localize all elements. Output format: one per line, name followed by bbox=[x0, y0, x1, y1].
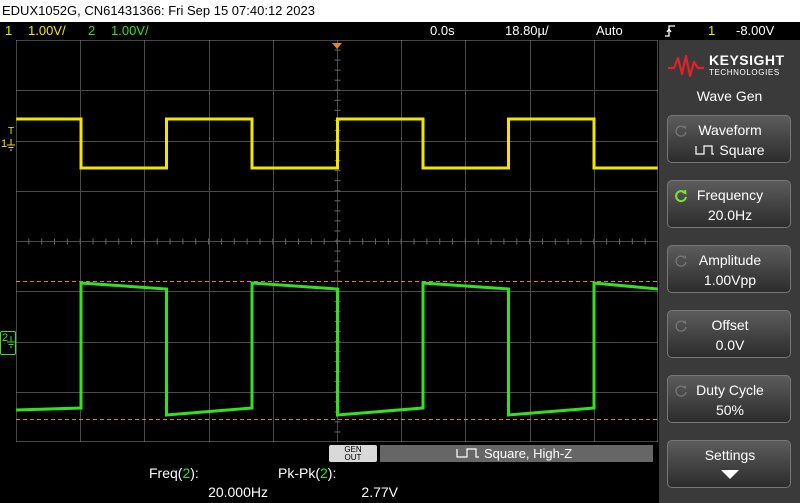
ch1-ground-marker[interactable]: 1 bbox=[1, 138, 15, 152]
softkey-label: Duty Cycle bbox=[696, 382, 764, 398]
title-bar: EDUX1052G, CN61431366: Fri Sep 15 07:40:… bbox=[0, 0, 800, 22]
softkey-value: Square bbox=[668, 142, 792, 158]
keysight-wave-icon bbox=[668, 54, 704, 78]
window-title: EDUX1052G, CN61431366: Fri Sep 15 07:40:… bbox=[2, 3, 315, 18]
softkey-offset[interactable]: Offset 0.0V bbox=[667, 310, 791, 358]
meas-pkpk-value: 2.77V bbox=[361, 484, 398, 500]
menu-title: Wave Gen bbox=[696, 88, 763, 104]
wavegen-status-bar: Square, High-Z bbox=[380, 445, 653, 462]
softkey-duty-cycle[interactable]: Duty Cycle 50% bbox=[667, 375, 791, 423]
acquisition-mode[interactable]: Auto bbox=[596, 22, 623, 40]
softkey-panel: KEYSIGHT TECHNOLOGIES Wave Gen Waveform … bbox=[659, 40, 800, 503]
softkey-waveform[interactable]: Waveform Square bbox=[667, 115, 791, 163]
meas-freq-value: 20.000Hz bbox=[208, 484, 268, 500]
trigger-channel[interactable]: 1 bbox=[708, 22, 715, 40]
brand-sub: TECHNOLOGIES bbox=[709, 68, 780, 77]
softkey-amplitude[interactable]: Amplitude 1.00Vpp bbox=[667, 245, 791, 293]
softkey-label: Settings bbox=[704, 447, 756, 463]
meas-freq-label[interactable]: Freq(2): bbox=[149, 465, 199, 481]
meas-pkpk-channel: 2 bbox=[320, 465, 328, 481]
softkey-label: Amplitude bbox=[698, 252, 762, 268]
timebase[interactable]: 18.80µ/ bbox=[505, 22, 549, 40]
wavegen-status: Square, High-Z bbox=[484, 446, 573, 461]
waveform-display[interactable] bbox=[16, 40, 658, 442]
gen-out-line2: OUT bbox=[344, 453, 362, 462]
ch2-ground-marker[interactable]: 2 bbox=[0, 331, 16, 355]
meas-pkpk-name: Pk-Pk( bbox=[278, 465, 320, 481]
trigger-level[interactable]: -8.00V bbox=[736, 22, 774, 40]
square-wave-icon bbox=[695, 145, 715, 155]
ch2-number[interactable]: 2 bbox=[88, 22, 95, 40]
meas-freq-close: ): bbox=[190, 465, 199, 481]
ch1-number[interactable]: 1 bbox=[5, 22, 12, 40]
meas-pkpk-close: ): bbox=[327, 465, 337, 481]
softkey-frequency[interactable]: Frequency 20.0Hz bbox=[667, 180, 791, 228]
softkey-label: Offset bbox=[711, 317, 749, 333]
keysight-logo: KEYSIGHT TECHNOLOGIES bbox=[667, 48, 797, 84]
square-wave-icon bbox=[456, 448, 479, 458]
gen-out-button[interactable]: GEN OUT bbox=[329, 445, 377, 462]
brand-name: KEYSIGHT bbox=[709, 52, 785, 68]
ch1-scale[interactable]: 1.00V/ bbox=[28, 22, 66, 40]
softkey-value: 0.0V bbox=[715, 337, 745, 353]
meas-freq-name: Freq( bbox=[149, 465, 183, 481]
meas-pkpk-label[interactable]: Pk-Pk(2): bbox=[278, 465, 336, 481]
status-bar: 1 1.00V/ 2 1.00V/ 0.0s 18.80µ/ Auto 1 -8… bbox=[0, 22, 800, 40]
trigger-level-marker[interactable]: T bbox=[8, 126, 14, 138]
softkey-value-text: Square bbox=[719, 142, 765, 158]
softkey-value: 50% bbox=[715, 402, 745, 418]
softkey-value: 20.0Hz bbox=[707, 207, 753, 223]
ch2-scale[interactable]: 1.00V/ bbox=[111, 22, 149, 40]
arrow-down-icon bbox=[668, 467, 792, 483]
softkey-value: 1.00Vpp bbox=[703, 272, 757, 288]
softkey-label: Frequency bbox=[696, 187, 764, 203]
softkey-label: Waveform bbox=[698, 122, 762, 138]
softkey-settings[interactable]: Settings bbox=[667, 440, 791, 488]
horizontal-delay[interactable]: 0.0s bbox=[430, 22, 455, 40]
channel-marker-strip: T 1 2 bbox=[0, 40, 16, 442]
